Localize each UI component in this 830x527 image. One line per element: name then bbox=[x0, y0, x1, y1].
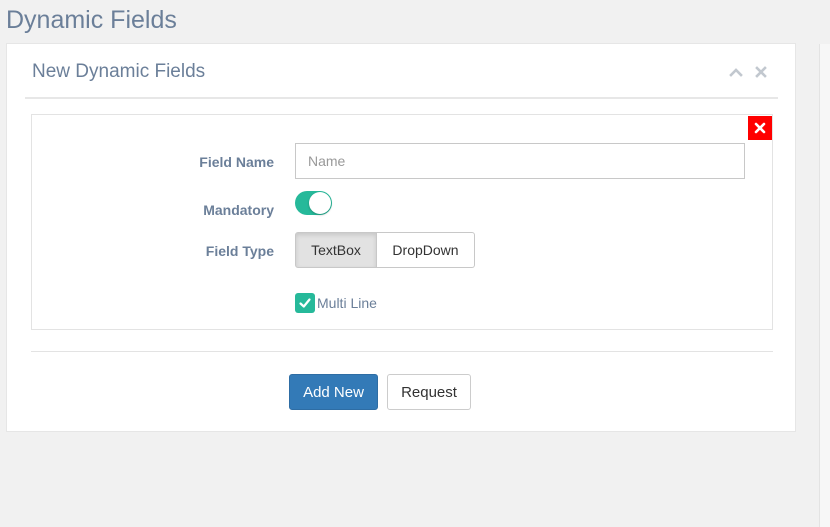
right-column-edge bbox=[819, 44, 830, 527]
field-type-dropdown-button[interactable]: DropDown bbox=[377, 232, 475, 268]
field-name-label: Field Name bbox=[199, 154, 274, 170]
multi-line-label: Multi Line bbox=[317, 295, 377, 311]
field-type-button-group: TextBox DropDown bbox=[295, 232, 475, 268]
page-title: Dynamic Fields bbox=[6, 6, 177, 34]
toggle-knob bbox=[309, 192, 331, 214]
field-name-input[interactable] bbox=[295, 143, 745, 179]
remove-field-button[interactable] bbox=[748, 116, 772, 140]
close-icon[interactable] bbox=[753, 64, 769, 80]
mandatory-label: Mandatory bbox=[203, 202, 274, 218]
chevron-up-icon[interactable] bbox=[728, 64, 744, 80]
checkmark-icon bbox=[299, 298, 311, 308]
panel-header: New Dynamic Fields bbox=[25, 44, 778, 99]
field-type-label: Field Type bbox=[205, 243, 274, 259]
request-button[interactable]: Request bbox=[387, 374, 471, 410]
panel-title: New Dynamic Fields bbox=[32, 61, 206, 82]
field-type-textbox-button[interactable]: TextBox bbox=[295, 232, 377, 268]
remove-icon bbox=[754, 122, 766, 134]
add-new-button[interactable]: Add New bbox=[289, 374, 378, 410]
dynamic-fields-panel: New Dynamic Fields Field Name Mandatory … bbox=[6, 43, 796, 432]
mandatory-toggle[interactable] bbox=[295, 191, 332, 215]
multi-line-checkbox[interactable] bbox=[295, 293, 315, 313]
form-divider bbox=[31, 351, 773, 352]
